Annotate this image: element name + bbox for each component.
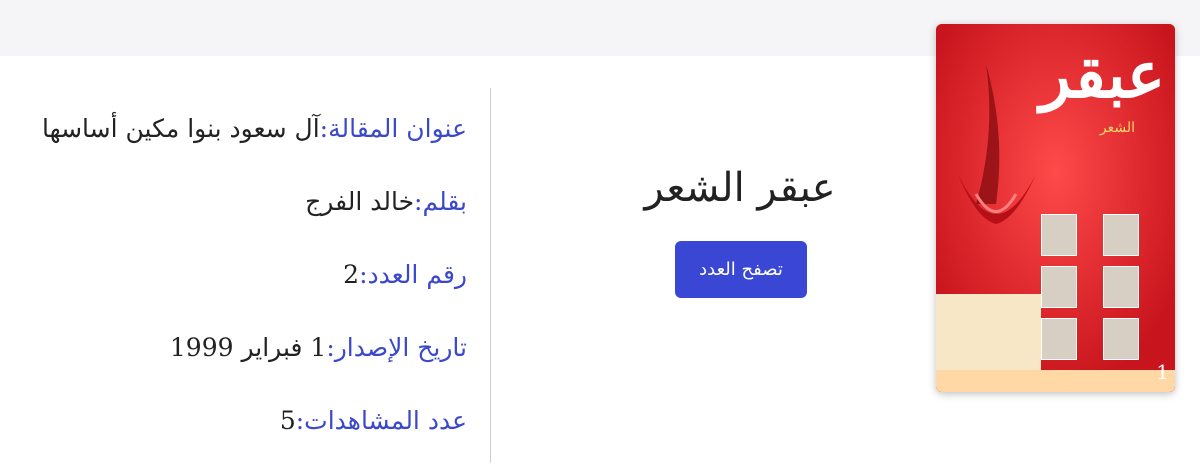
cover-photo <box>1103 266 1139 308</box>
cover-photo <box>1103 318 1139 360</box>
detail-value: آل سعود بنوا مكين أساسها <box>41 114 320 143</box>
cover-photos <box>1041 214 1171 379</box>
detail-value: 5 <box>279 406 296 435</box>
cover-logo-subtitle: الشعر <box>1099 120 1135 136</box>
cover-number: 1 <box>1156 360 1169 384</box>
detail-value: 2 <box>343 260 360 289</box>
detail-value: 1 فبراير 1999 <box>169 333 327 362</box>
browse-issue-button[interactable]: تصفح العدد <box>675 241 807 298</box>
issue-cover-image[interactable]: عبقر الشعر 1 <box>936 24 1175 392</box>
detail-views: عدد المشاهدات: 5 <box>7 384 467 457</box>
cover-logo: عبقر <box>1039 38 1167 113</box>
detail-label: بقلم: <box>414 187 467 216</box>
cover-photo <box>1041 318 1077 360</box>
detail-article-title: عنوان المقالة: آل سعود بنوا مكين أساسها <box>7 92 467 165</box>
detail-issue-number: رقم العدد: 2 <box>7 238 467 311</box>
cover-photo <box>1103 214 1139 256</box>
detail-value: خالد الفرج <box>305 187 415 216</box>
detail-label: تاريخ الإصدار: <box>326 333 467 362</box>
cover-headlines <box>936 294 1041 374</box>
detail-release-date: تاريخ الإصدار: 1 فبراير 1999 <box>7 311 467 384</box>
detail-label: عدد المشاهدات: <box>295 406 467 435</box>
vertical-divider <box>490 88 491 463</box>
issue-details: عنوان المقالة: آل سعود بنوا مكين أساسها … <box>7 92 467 457</box>
cover-bottom-strip <box>936 370 1175 392</box>
detail-label: عنوان المقالة: <box>319 114 467 143</box>
issue-title: عبقر الشعر <box>644 165 836 211</box>
cover-photo <box>1041 266 1077 308</box>
cover-photo <box>1041 214 1077 256</box>
detail-author: بقلم: خالد الفرج <box>7 165 467 238</box>
detail-label: رقم العدد: <box>359 260 467 289</box>
